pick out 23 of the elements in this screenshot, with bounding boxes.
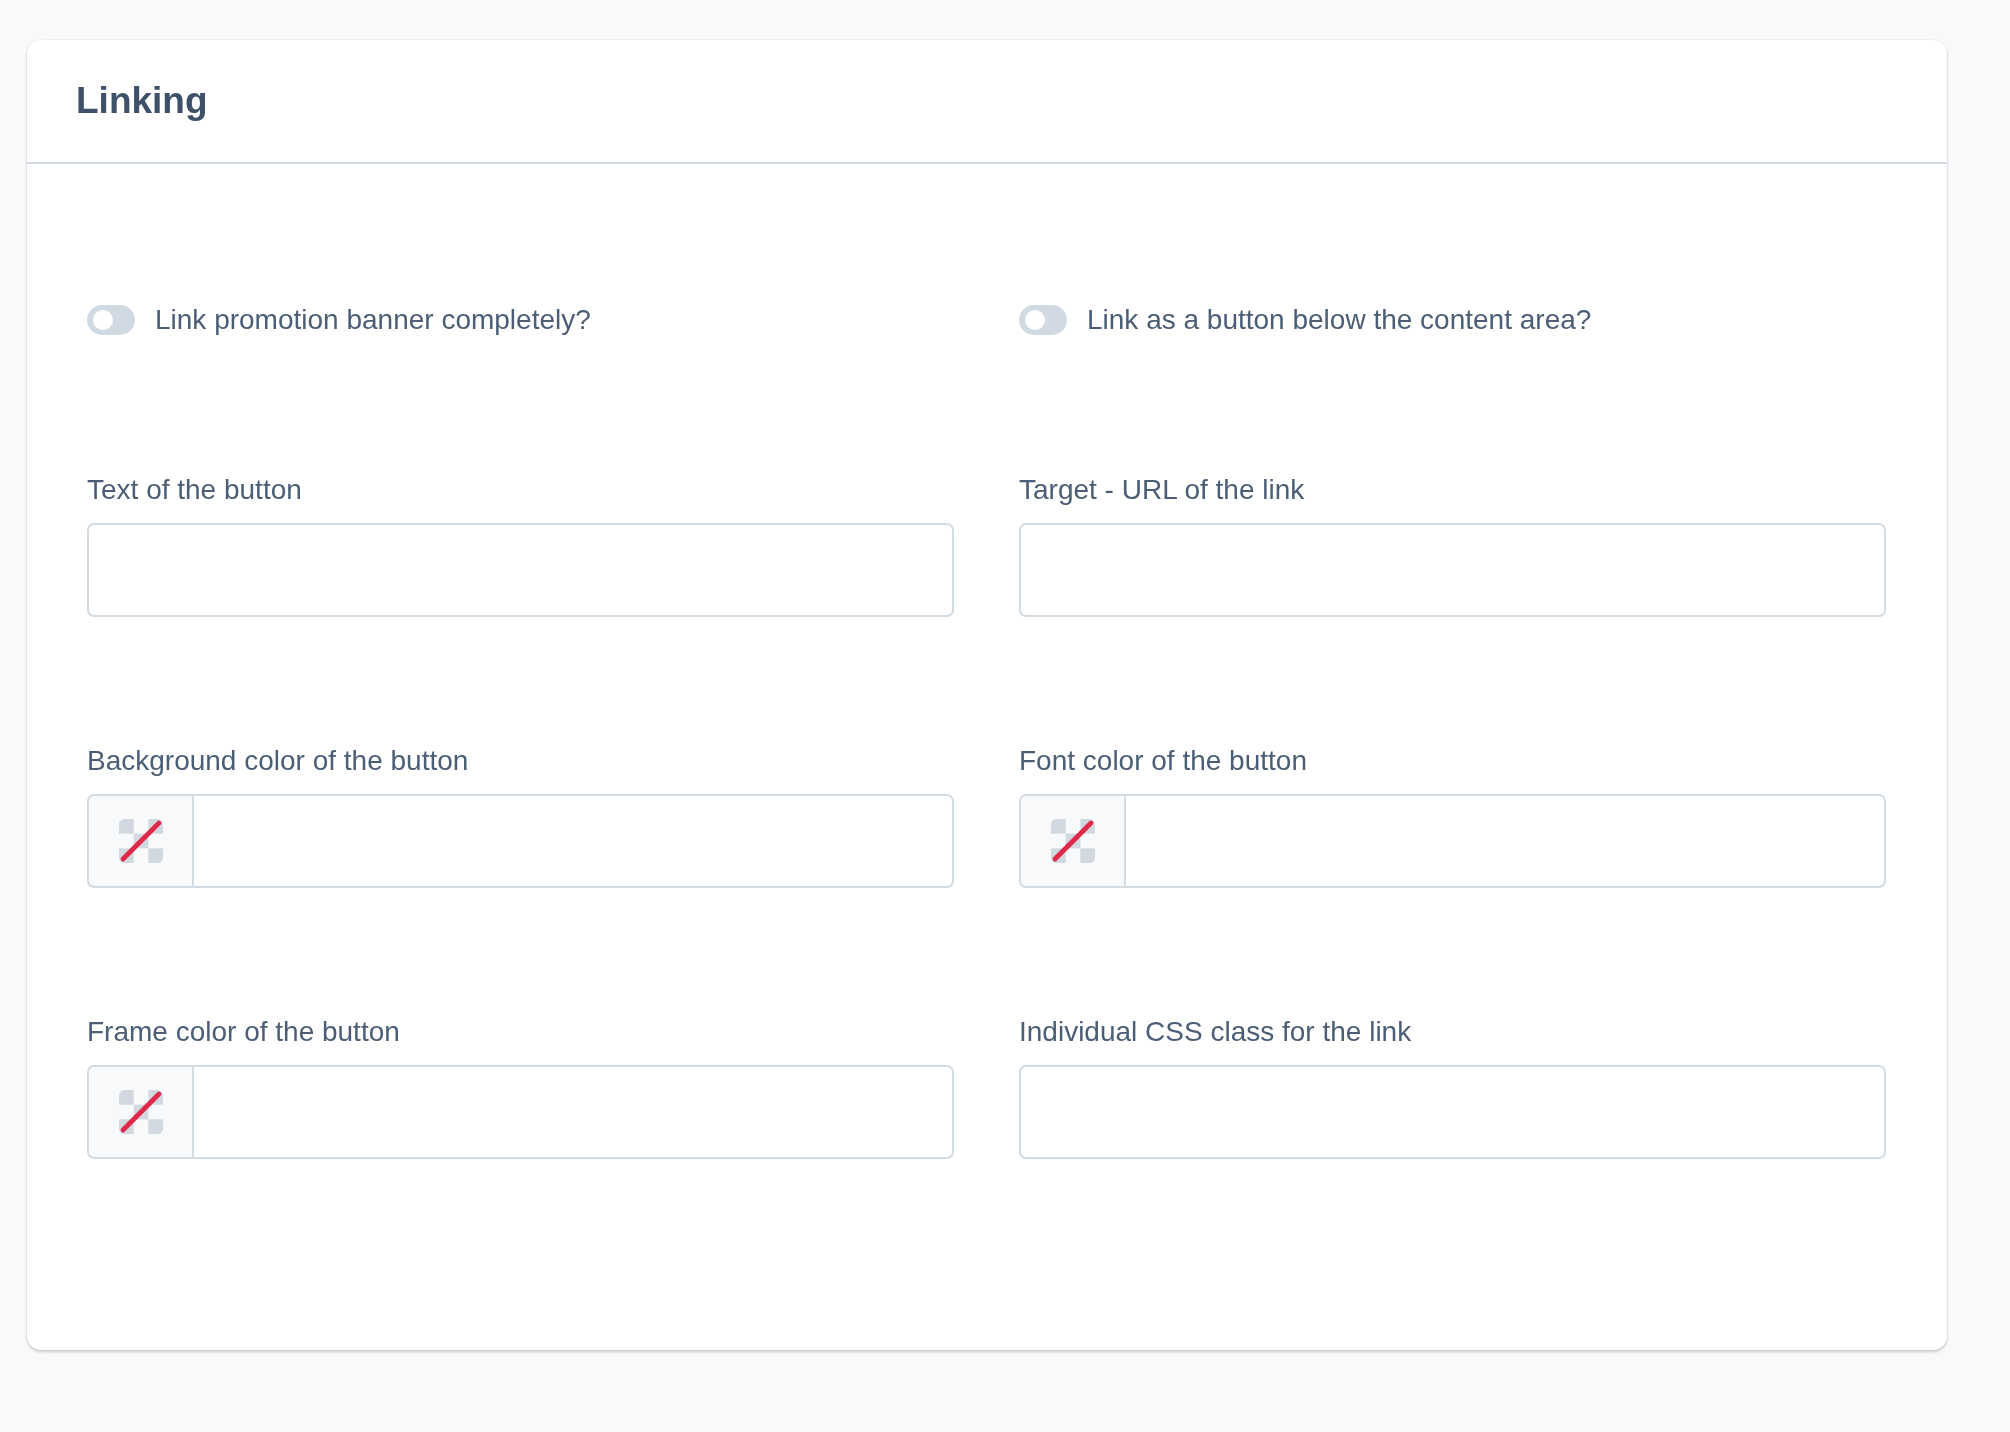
color-input[interactable] bbox=[194, 794, 954, 888]
panel-title: Linking bbox=[76, 79, 208, 123]
toggle-label: Link as a button below the content area? bbox=[1087, 303, 1592, 337]
color-picker-button[interactable] bbox=[1019, 794, 1126, 888]
color-input[interactable] bbox=[1126, 794, 1886, 888]
no-color-icon bbox=[1050, 819, 1095, 863]
field-label: Target - URL of the link bbox=[1019, 473, 1305, 507]
color-input[interactable] bbox=[194, 1065, 954, 1159]
field-label: Text of the button bbox=[87, 473, 302, 507]
no-color-icon bbox=[118, 1090, 163, 1134]
field-label: Individual CSS class for the link bbox=[1019, 1015, 1412, 1049]
field-label: Font color of the button bbox=[1019, 744, 1307, 778]
text-input[interactable] bbox=[1019, 1065, 1886, 1159]
color-picker-button[interactable] bbox=[87, 794, 194, 888]
toggle-switch[interactable] bbox=[87, 305, 135, 335]
field-label: Frame color of the button bbox=[87, 1015, 400, 1049]
field-label: Background color of the button bbox=[87, 744, 469, 778]
no-color-icon bbox=[118, 819, 163, 863]
toggle-switch[interactable] bbox=[1019, 305, 1067, 335]
text-input[interactable] bbox=[87, 523, 954, 617]
color-picker-button[interactable] bbox=[87, 1065, 194, 1159]
toggle-label: Link promotion banner completely? bbox=[155, 303, 591, 337]
text-input[interactable] bbox=[1019, 523, 1886, 617]
